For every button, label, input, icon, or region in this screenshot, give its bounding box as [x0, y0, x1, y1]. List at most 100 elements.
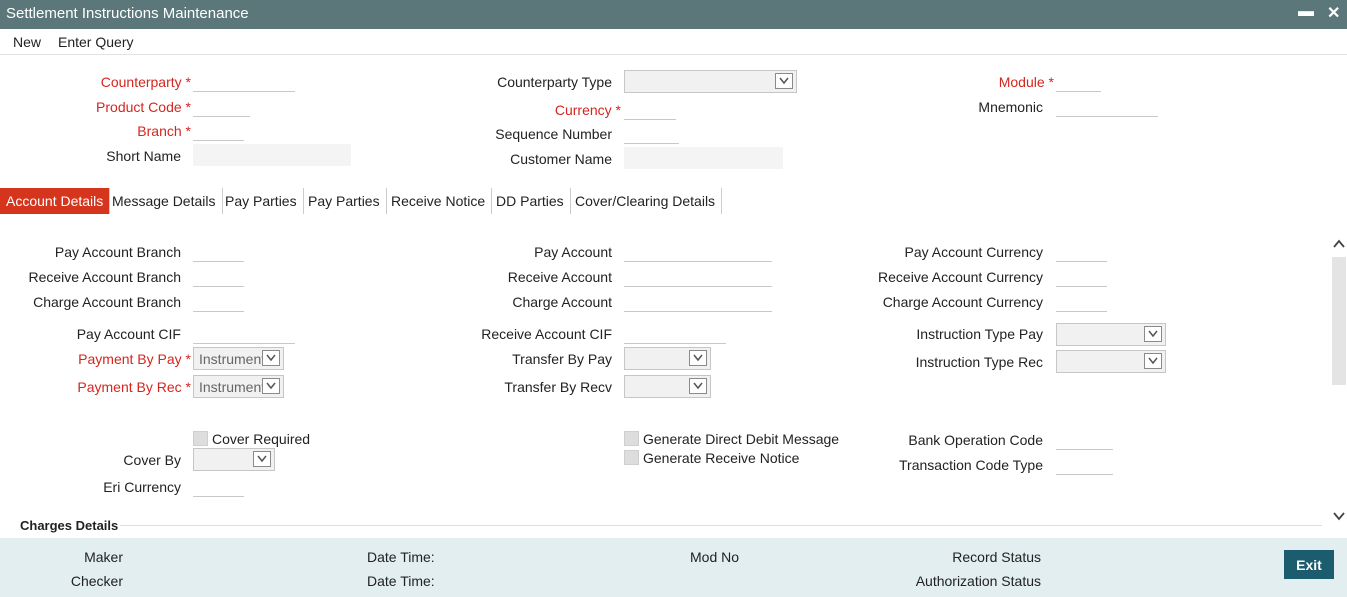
window-title: Settlement Instructions Maintenance [6, 5, 249, 22]
chevron-down-icon [775, 73, 793, 89]
receive-account-branch-field[interactable] [193, 266, 244, 287]
chevron-down-icon [262, 350, 280, 366]
enter-query-menu-item[interactable]: Enter Query [58, 34, 133, 50]
scrollbar-thumb[interactable] [1332, 257, 1346, 385]
customer-name-field[interactable] [624, 147, 783, 169]
payment-by-rec-label: Payment By Rec * [77, 379, 191, 395]
bank-operation-code-field[interactable] [1056, 429, 1113, 450]
generate-receive-notice-label: Generate Receive Notice [643, 450, 800, 466]
chevron-down-icon [253, 451, 271, 467]
pay-account-branch-label: Pay Account Branch [54, 244, 181, 260]
mnemonic-field[interactable] [1056, 96, 1158, 117]
chevron-down-icon [1144, 353, 1162, 369]
title-bar: Settlement Instructions Maintenance ▬ ✕ [0, 0, 1347, 29]
charge-account-currency-label: Charge Account Currency [882, 294, 1043, 310]
charge-account-field[interactable] [624, 291, 772, 312]
tab-receive-notice[interactable]: Receive Notice [385, 188, 493, 214]
product-code-label: Product Code * [96, 99, 191, 115]
pay-account-field[interactable] [624, 241, 772, 262]
payment-by-pay-select[interactable]: Instrument [193, 347, 284, 370]
close-icon[interactable]: ✕ [1327, 3, 1340, 23]
chevron-up-icon[interactable] [1333, 239, 1345, 249]
vertical-scrollbar[interactable] [1331, 227, 1347, 524]
currency-label: Currency * [554, 102, 621, 118]
chevron-down-icon [689, 378, 707, 394]
customer-name-label: Customer Name [510, 151, 612, 167]
pay-account-label: Pay Account [534, 244, 612, 260]
counterparty-field[interactable] [193, 71, 295, 92]
receive-account-field[interactable] [624, 266, 772, 287]
receive-account-currency-label: Receive Account Currency [878, 269, 1043, 285]
transfer-by-recv-select[interactable] [624, 375, 711, 398]
exit-button[interactable]: Exit [1284, 550, 1334, 579]
receive-account-branch-label: Receive Account Branch [28, 269, 181, 285]
pay-account-branch-field[interactable] [193, 241, 244, 262]
sequence-number-label: Sequence Number [495, 126, 612, 142]
payment-by-rec-select[interactable]: Instrument [193, 375, 284, 398]
tab-pay-parties[interactable]: Pay Parties [219, 188, 304, 214]
transaction-code-type-field[interactable] [1056, 454, 1113, 475]
pay-account-cif-label: Pay Account CIF [76, 326, 181, 342]
instruction-type-rec-select[interactable] [1056, 350, 1166, 373]
instruction-type-pay-label: Instruction Type Pay [916, 326, 1043, 342]
charge-account-currency-field[interactable] [1056, 291, 1107, 312]
generate-receive-notice-checkbox[interactable] [624, 450, 639, 465]
bank-operation-code-label: Bank Operation Code [908, 432, 1043, 448]
new-menu-item[interactable]: New [13, 34, 41, 50]
eri-currency-field[interactable] [193, 476, 244, 497]
mod-no-label: Mod No [690, 549, 740, 565]
counterparty-type-select[interactable] [624, 70, 797, 93]
short-name-field[interactable] [193, 144, 351, 166]
pay-account-currency-field[interactable] [1056, 241, 1107, 262]
minimize-icon[interactable]: ▬ [1298, 3, 1314, 21]
transaction-code-type-label: Transaction Code Type [899, 457, 1043, 473]
pay-account-cif-field[interactable] [193, 323, 295, 344]
cover-required-checkbox[interactable] [193, 431, 208, 446]
cover-required-label: Cover Required [212, 431, 311, 447]
generate-dd-message-checkbox[interactable] [624, 431, 639, 446]
branch-label: Branch * [137, 123, 191, 139]
transfer-by-recv-label: Transfer By Recv [504, 379, 612, 395]
tab-pay-parties-2[interactable]: Pay Parties [302, 188, 387, 214]
receive-account-label: Receive Account [507, 269, 612, 285]
tab-account-details[interactable]: Account Details [0, 188, 111, 214]
tab-message-details[interactable]: Message Details [106, 188, 223, 214]
counterparty-label: Counterparty * [100, 74, 191, 90]
chevron-down-icon[interactable] [1333, 511, 1345, 521]
menu-bar: New Enter Query [0, 29, 1347, 55]
maker-label: Maker [84, 549, 123, 565]
transfer-by-pay-label: Transfer By Pay [512, 351, 612, 367]
audit-footer: Maker Checker Date Time: Date Time: Mod … [0, 538, 1347, 597]
chevron-down-icon [262, 378, 280, 394]
mnemonic-label: Mnemonic [978, 99, 1043, 115]
record-status-label: Record Status [952, 549, 1041, 565]
instruction-type-pay-select[interactable] [1056, 323, 1166, 346]
generate-dd-message-label: Generate Direct Debit Message [643, 431, 840, 447]
receive-account-currency-field[interactable] [1056, 266, 1107, 287]
instruction-type-rec-label: Instruction Type Rec [915, 354, 1043, 370]
tab-dd-parties[interactable]: DD Parties [490, 188, 571, 214]
product-code-field[interactable] [193, 96, 250, 117]
eri-currency-label: Eri Currency [103, 479, 181, 495]
receive-account-cif-field[interactable] [624, 323, 726, 344]
currency-field[interactable] [624, 99, 676, 120]
tab-cover-clearing-details[interactable]: Cover/Clearing Details [569, 188, 723, 214]
payment-by-pay-label: Payment By Pay * [78, 351, 191, 367]
charges-details-heading: Charges Details [20, 518, 119, 533]
module-label: Module * [998, 74, 1054, 90]
transfer-by-pay-select[interactable] [624, 347, 711, 370]
chevron-down-icon [1144, 326, 1162, 342]
charge-account-label: Charge Account [512, 294, 612, 310]
charge-account-branch-label: Charge Account Branch [33, 294, 181, 310]
authorization-status-label: Authorization Status [915, 573, 1041, 589]
sequence-number-field[interactable] [624, 123, 679, 144]
cover-by-label: Cover By [123, 452, 181, 468]
maker-date-time-label: Date Time: [367, 549, 435, 565]
charge-account-branch-field[interactable] [193, 291, 244, 312]
section-divider [120, 525, 1322, 526]
branch-field[interactable] [193, 120, 244, 141]
cover-by-select[interactable] [193, 448, 275, 471]
checker-label: Checker [70, 573, 123, 589]
module-field[interactable] [1056, 71, 1101, 92]
pay-account-currency-label: Pay Account Currency [904, 244, 1043, 260]
